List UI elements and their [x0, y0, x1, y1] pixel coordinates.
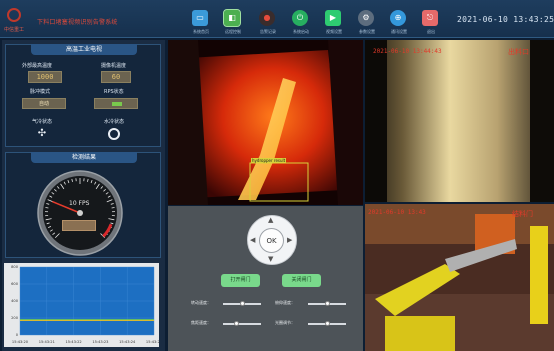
pan-speed-slider[interactable]: [223, 301, 261, 306]
ok-button[interactable]: OK: [259, 228, 284, 253]
chart-x-tick-label: 15:43:21: [39, 340, 55, 344]
start-label: 系统启动: [293, 29, 309, 34]
exit-icon: ⎋: [426, 13, 434, 22]
outlet-image: [365, 40, 554, 202]
comm-settings-label: 通讯设置: [391, 29, 407, 34]
iris-label: 光圈调节：: [275, 320, 295, 325]
tv-status-title: 高温工业电视: [31, 44, 137, 55]
alarm-label: 告警记录: [260, 29, 276, 34]
water-cool-label: 水冷状态: [104, 119, 125, 125]
logo-text: 中信重工: [4, 27, 25, 33]
power-icon: ⏻: [296, 13, 304, 22]
control-icon: ◧: [228, 13, 236, 22]
system-clock: 2021-06-10 13:43:25: [457, 15, 554, 24]
gate-image: [365, 204, 554, 351]
gate-camera-view[interactable]: 2021-06-10 13:43 结料门: [365, 204, 554, 351]
furnace-image: [168, 40, 363, 205]
cam1-timestamp: 2021-06-10 13:44:43: [373, 48, 442, 55]
rps-status-indicator: [94, 98, 138, 109]
outer-temp-value: 1000: [28, 71, 62, 83]
cam1-label: 出料口: [508, 48, 529, 56]
main-window: 中信重工 下料口堵塞视频识别告警系统 ▭ 系统首页 ◧ 远程控制 ● 告警记录 …: [0, 0, 554, 351]
arrow-down-icon[interactable]: ▼: [268, 256, 273, 263]
water-cool-icon: [108, 128, 120, 140]
close-gate-button[interactable]: 关闭闸门: [282, 274, 321, 287]
chart-y-tick-label: 600: [11, 282, 19, 286]
alarm-icon: ●: [263, 13, 271, 22]
arrow-right-icon[interactable]: ▶: [287, 237, 292, 244]
rps-status-bar: [112, 102, 122, 106]
app-title: 下料口堵塞视频识别告警系统: [37, 19, 118, 26]
fps-gauge: [37, 170, 123, 256]
cam-temp-label: 摄像机温度: [101, 63, 127, 69]
detection-box-label: hydropper result: [251, 158, 287, 163]
outlet-camera-view[interactable]: 2021-06-10 13:44:43 出料口: [365, 40, 554, 202]
cam2-timestamp: 2021-06-10 13:43: [368, 209, 426, 216]
video-settings-button[interactable]: ▶: [325, 10, 341, 26]
arrow-left-icon[interactable]: ◀: [250, 237, 255, 244]
video-icon: ▶: [329, 13, 337, 22]
furnace-camera-view[interactable]: hydropper result: [168, 40, 363, 205]
network-icon: ⊕: [394, 13, 402, 22]
param-settings-label: 参数设置: [359, 29, 375, 34]
focus-speed-label: 焦距速度：: [191, 320, 211, 325]
slider-knob[interactable]: [324, 321, 330, 326]
comm-settings-button[interactable]: ⊕: [390, 10, 406, 26]
chart-y-tick-label: 200: [11, 316, 19, 320]
company-logo: [7, 8, 21, 22]
outer-temp-label: 外部最高温度: [22, 63, 53, 69]
arrow-up-icon[interactable]: ▲: [268, 217, 273, 224]
focus-speed-slider[interactable]: [223, 321, 261, 326]
slider-knob[interactable]: [239, 301, 245, 306]
fps-readout: 10 FPS: [69, 200, 90, 207]
start-button[interactable]: ⏻: [292, 10, 308, 26]
alarm-button[interactable]: ●: [259, 10, 275, 26]
header-bar: 中信重工 下料口堵塞视频识别告警系统 ▭ 系统首页 ◧ 远程控制 ● 告警记录 …: [0, 0, 554, 38]
gear-icon: ⚙: [362, 13, 370, 22]
remote-control-label: 远程控制: [225, 29, 241, 34]
pan-speed-label: 转动速度：: [191, 300, 211, 305]
air-cool-label: 气冷状态: [32, 119, 53, 125]
video-settings-label: 视频设置: [326, 29, 342, 34]
chart-x-tick-label: 15:43:23: [92, 340, 108, 344]
mode-label: 脉冲模式: [30, 89, 51, 95]
chart-y-tick-label: 400: [11, 299, 19, 303]
mode-value: 自动: [22, 98, 66, 109]
remote-control-button[interactable]: ◧: [223, 9, 241, 27]
iris-slider[interactable]: [308, 321, 346, 326]
monitor-icon: ▭: [196, 13, 204, 22]
tilt-speed-slider[interactable]: [308, 301, 346, 306]
chart-x-tick-label: 15:43:22: [66, 340, 82, 344]
slider-knob[interactable]: [233, 321, 239, 326]
chart-x-tick-label: 15:43:25: [146, 340, 159, 344]
cam2-label: 结料门: [512, 210, 533, 218]
tv-status-section: 高温工业电视 外部最高温度 1000 摄像机温度 60 脉冲模式 自动 RPS状…: [5, 44, 161, 147]
home-button-label: 系统首页: [193, 29, 209, 34]
home-button[interactable]: ▭: [192, 10, 208, 26]
slider-knob[interactable]: [324, 301, 330, 306]
tilt-speed-label: 俯仰速度：: [275, 300, 295, 305]
param-settings-button[interactable]: ⚙: [358, 10, 374, 26]
fps-display-box: [62, 220, 96, 231]
exit-label: 退出: [427, 29, 435, 34]
chart-x-tick-label: 15:43:20: [12, 340, 29, 344]
chart-y-tick-label: 800: [11, 265, 19, 269]
exit-button[interactable]: ⎋: [422, 10, 438, 26]
rps-label: RPS状态: [104, 89, 124, 95]
fan-icon: ✣: [37, 128, 47, 139]
chart-x-tick-label: 15:43:24: [119, 340, 136, 344]
cam-temp-value: 60: [101, 71, 131, 83]
open-gate-button[interactable]: 打开闸门: [221, 274, 260, 287]
detection-title: 检测结果: [31, 152, 137, 163]
trend-chart: 15:43:20 15:43:21 15:43:22 15:43:23 15:43:24…: [4, 263, 159, 347]
